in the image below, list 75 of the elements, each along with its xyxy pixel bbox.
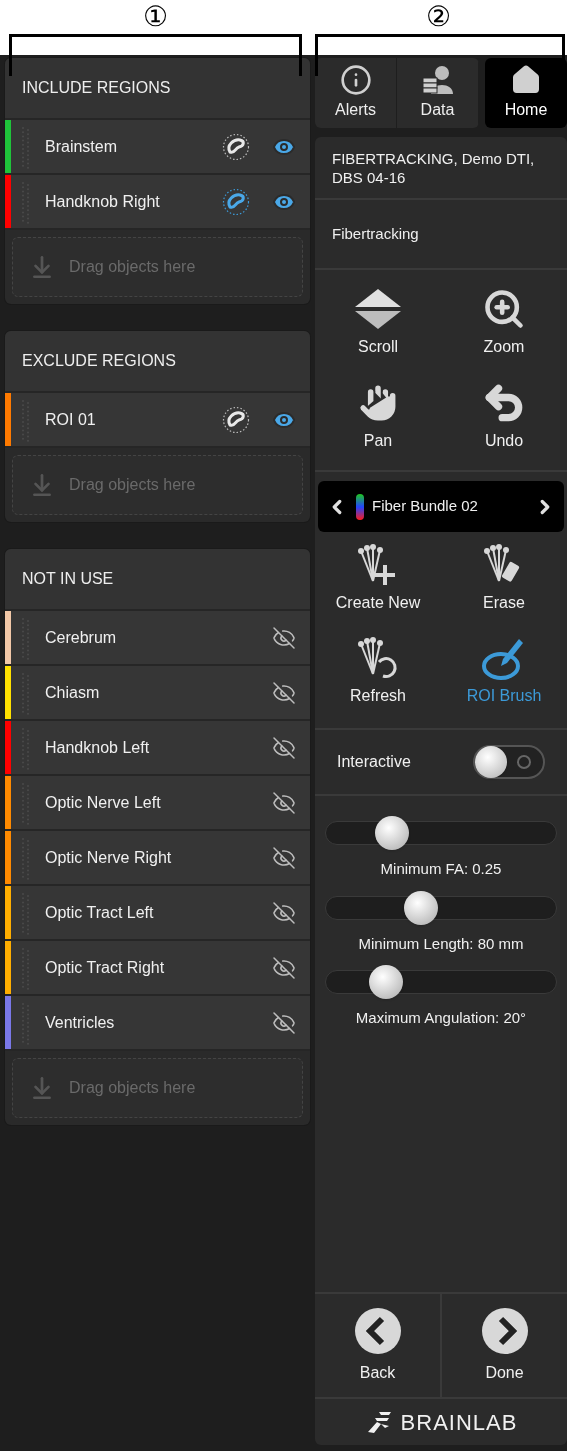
interactive-switch[interactable]	[473, 745, 545, 779]
region-name: Optic Nerve Left	[45, 792, 162, 813]
slider-thumb[interactable]	[374, 816, 409, 850]
tool-button[interactable]: Create New	[315, 532, 441, 625]
region-name: Chiasm	[45, 682, 101, 703]
tool-button[interactable]: Undo	[441, 370, 567, 464]
tool-button[interactable]: Pan	[315, 370, 441, 464]
bundle-selector[interactable]: Fiber Bundle 02	[318, 481, 564, 532]
region-name: Handknob Right	[45, 191, 161, 212]
region-name: Optic Tract Right	[45, 957, 166, 978]
region-row[interactable]: Chiasm	[5, 666, 310, 721]
region-row[interactable]: Ventricles	[5, 996, 310, 1051]
bundle-name: Fiber Bundle 02	[372, 496, 479, 517]
tool-button[interactable]: Zoom	[441, 276, 567, 370]
drop-hint: Drag objects here	[69, 475, 196, 495]
region-name: Brainstem	[45, 136, 119, 157]
section-header: EXCLUDE REGIONS	[5, 331, 310, 393]
region-name: Optic Tract Left	[45, 902, 155, 923]
region-row[interactable]: Optic Nerve Right	[5, 831, 310, 886]
region-row[interactable]: Optic Tract Left	[5, 886, 310, 941]
region-name: Ventricles	[45, 1012, 116, 1033]
region-row[interactable]: Optic Nerve Left	[5, 776, 310, 831]
section-header: NOT IN USE	[5, 549, 310, 611]
region-row[interactable]: Brainstem	[5, 120, 310, 175]
step-label: Fibertracking	[332, 223, 419, 244]
eye-off-icon[interactable]	[272, 790, 296, 815]
tool-button[interactable]: ROI Brush	[441, 625, 567, 718]
slider[interactable]	[325, 816, 557, 850]
region-row[interactable]: Handknob Right	[5, 175, 310, 230]
eye-off-icon[interactable]	[272, 1010, 296, 1035]
region-name: ROI 01	[45, 409, 97, 430]
back-button[interactable]: Back	[315, 1294, 442, 1397]
tab[interactable]: Home	[485, 58, 567, 128]
roi-outline-icon[interactable]	[222, 132, 250, 161]
region-name: Cerebrum	[45, 627, 118, 648]
roi-outline-icon[interactable]	[222, 187, 250, 216]
eye-off-icon[interactable]	[272, 625, 296, 650]
eye-off-icon[interactable]	[272, 900, 296, 925]
slider[interactable]	[325, 890, 557, 925]
info-icon	[339, 64, 372, 96]
region-row[interactable]: Optic Tract Right	[5, 941, 310, 996]
toggle-label: Interactive	[337, 752, 412, 772]
workflow-title: FIBERTRACKING, Demo DTI, DBS 04-16	[332, 148, 536, 187]
region-row[interactable]: Handknob Left	[5, 721, 310, 776]
drop-hint: Drag objects here	[69, 1078, 196, 1098]
slider-thumb[interactable]	[368, 965, 403, 999]
callout-number: ①	[142, 1, 168, 34]
slider-label: Minimum FA: 0.25	[380, 859, 502, 879]
slider-label: Minimum Length: 80 mm	[358, 933, 524, 954]
roi-outline-icon[interactable]	[222, 405, 250, 434]
tab[interactable]: Alerts	[315, 58, 397, 128]
eye-off-icon[interactable]	[272, 845, 296, 870]
region-name: Handknob Left	[45, 737, 151, 758]
tool-button[interactable]: Scroll	[315, 276, 441, 370]
region-row[interactable]: ROI 01	[5, 393, 310, 448]
tool-button[interactable]: Erase	[441, 532, 567, 625]
home-icon	[510, 64, 542, 96]
slider-thumb[interactable]	[404, 890, 439, 925]
drop-hint: Drag objects here	[69, 257, 196, 277]
eye-off-icon[interactable]	[272, 955, 296, 980]
tool-button[interactable]: Refresh	[315, 625, 441, 718]
eye-off-icon[interactable]	[272, 680, 296, 705]
brand-name: BRAINLAB	[400, 1408, 518, 1437]
up-down-triangles-icon	[353, 287, 403, 331]
region-name: Optic Nerve Right	[45, 847, 173, 868]
region-row[interactable]: Cerebrum	[5, 611, 310, 666]
zoom-in-icon	[482, 287, 526, 331]
section-header: INCLUDE REGIONS	[5, 58, 310, 120]
color-gradient-icon	[356, 493, 364, 520]
done-button[interactable]: Done	[442, 1294, 567, 1397]
slider[interactable]	[325, 965, 557, 999]
slider-label: Maximum Angulation: 20°	[355, 1008, 527, 1028]
callout-number: ②	[426, 1, 451, 34]
eye-off-icon[interactable]	[272, 735, 296, 760]
tab[interactable]: Data	[397, 58, 479, 128]
